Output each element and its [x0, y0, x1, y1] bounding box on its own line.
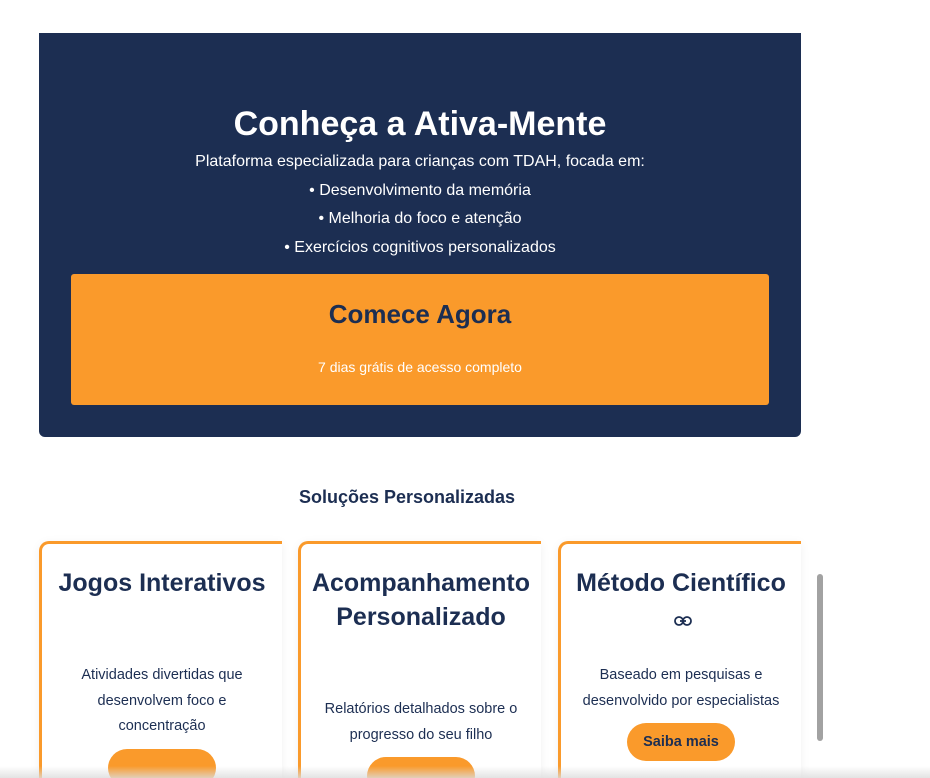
card-scientific-method: Método Científico Baseado em pesquisas e… — [558, 541, 801, 778]
hero-intro: Plataforma especializada para crianças c… — [195, 153, 645, 170]
hero-bullet: • Desenvolvimento da memória — [309, 181, 531, 199]
card-title: Método Científico — [567, 566, 795, 635]
card-title: Acompanhamento Personalizado — [311, 569, 531, 631]
card-title-text: Método Científico — [576, 569, 786, 597]
card-text: Baseado em pesquisas e desenvolvido por … — [582, 667, 780, 709]
hero-bullet: • Melhoria do foco e atenção — [318, 210, 522, 227]
start-now-button[interactable]: Comece Agora 7 dias grátis de acesso com… — [71, 274, 769, 405]
cta-title: Comece Agora — [328, 299, 512, 329]
cta-subtitle: 7 dias grátis de acesso completo — [318, 359, 522, 375]
card-text: Atividades divertidas que desenvolvem fo… — [81, 667, 243, 734]
card-personalized-tracking: Acompanhamento Personalizado Relatórios … — [298, 541, 541, 778]
hero-bullet: • Exercícios cognitivos personalizados — [284, 238, 556, 256]
link-icon[interactable] — [674, 601, 692, 635]
card-title: Jogos Interativos — [58, 569, 266, 597]
solutions-title: Soluções Personalizadas — [298, 487, 516, 507]
hero-description: Plataforma especializada para crianças c… — [39, 148, 801, 262]
bottom-edge — [0, 766, 930, 778]
card-interactive-games: Jogos Interativos Atividades divertidas … — [39, 541, 282, 778]
learn-more-button[interactable]: Saiba mais — [627, 723, 735, 761]
hero-title: Conheça a Ativa-Mente — [233, 105, 607, 143]
scrollbar[interactable] — [817, 574, 823, 741]
hero-section: Conheça a Ativa-Mente Plataforma especia… — [39, 33, 801, 437]
card-text: Relatórios detalhados sobre o progresso … — [324, 701, 518, 743]
